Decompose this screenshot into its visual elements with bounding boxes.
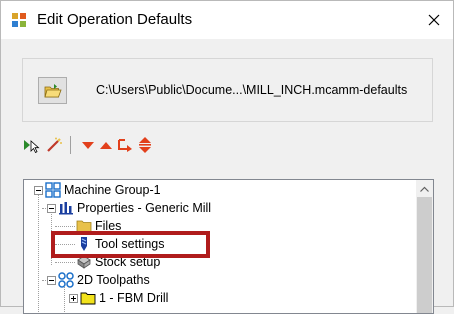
expand-collapse-icon [139,137,151,153]
annotation-highlight-box [51,231,210,258]
move-up-button[interactable] [97,135,115,155]
expand-toggle[interactable] [69,294,78,303]
toolpaths-icon [58,272,74,288]
defaults-file-panel: C:\Users\Public\Docume...\MILL_INCH.mcam… [22,58,433,122]
machine-group-icon [45,182,61,198]
move-down-icon [82,142,94,149]
close-button[interactable] [423,9,445,31]
collapse-toggle[interactable] [47,276,56,285]
window-title: Edit Operation Defaults [37,11,193,28]
edit-operation-defaults-dialog: Edit Operation Defaults C:\Users\Public\… [0,0,454,314]
tree-item-2d-toolpaths[interactable]: 2D Toolpaths [58,271,150,289]
move-down-button[interactable] [79,135,97,155]
scroll-up-button[interactable] [416,180,433,197]
scrollbar-thumb[interactable] [417,197,432,313]
tree-line [38,194,40,313]
tree-item-machine-group[interactable]: Machine Group-1 [45,181,161,199]
tree-item-properties[interactable]: Properties - Generic Mill [58,199,211,217]
app-icon [12,13,26,27]
tree-item-label: 1 - FBM Drill [99,291,169,305]
title-bar: Edit Operation Defaults [1,1,453,39]
tree-item-label: Properties - Generic Mill [77,201,212,215]
close-icon [428,14,440,26]
magic-wand-icon [47,137,62,152]
tree-item-label: Machine Group-1 [64,183,161,197]
move-after-button[interactable] [116,135,134,155]
collapse-toggle[interactable] [47,204,56,213]
move-up-icon [100,142,112,149]
open-file-button[interactable] [38,77,67,104]
magic-wand-button[interactable] [46,135,64,155]
tree-line [55,226,75,228]
properties-icon [59,202,73,215]
file-path-text: C:\Users\Public\Docume...\MILL_INCH.mcam… [96,83,408,97]
folder-icon [80,292,96,305]
move-after-icon [118,139,132,152]
open-folder-icon [43,83,62,97]
tree-item-label: 2D Toolpaths [77,273,150,287]
collapse-toggle[interactable] [34,186,43,195]
select-button[interactable] [23,135,41,155]
tree-item-fbm-drill[interactable]: 1 - FBM Drill [80,289,168,307]
vertical-scrollbar[interactable] [416,180,433,313]
toolbar [23,135,183,155]
toolbar-separator [70,136,71,154]
tree-line [55,262,75,264]
select-arrow-icon [24,140,40,153]
chevron-up-icon [420,186,429,192]
expand-collapse-button[interactable] [136,135,154,155]
